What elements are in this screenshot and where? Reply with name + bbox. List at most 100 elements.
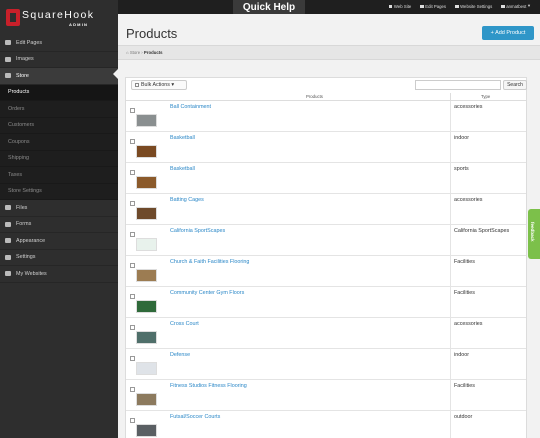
sidebar-item-images[interactable]: Images	[0, 52, 118, 68]
sidebar-item-my-websites[interactable]: My Websites	[0, 266, 118, 283]
product-name-link[interactable]: Ball Containment	[170, 104, 211, 110]
product-name-link[interactable]: Cross Court	[170, 321, 199, 327]
sidebar-subitem-shipping[interactable]: Shipping	[0, 150, 118, 167]
product-name-link[interactable]: Community Center Gym Floors	[170, 290, 244, 296]
sidebar-subitem-orders[interactable]: Orders	[0, 101, 118, 118]
top-link-edit-pages[interactable]: Edit Pages	[420, 3, 446, 9]
select-all-checkbox[interactable]	[135, 82, 139, 87]
product-thumbnail[interactable]	[136, 207, 157, 220]
product-name-link[interactable]: California SportScapes	[170, 228, 225, 234]
product-type: accessories	[450, 101, 482, 131]
row-checkbox[interactable]	[130, 387, 135, 392]
top-link-website[interactable]: Web Site	[388, 3, 411, 9]
breadcrumb-current: Products	[143, 50, 163, 55]
product-thumbnail[interactable]	[136, 300, 157, 313]
file-icon	[5, 205, 11, 211]
product-type: sports	[450, 163, 469, 193]
table-row: California SportScapes California SportSc…	[126, 225, 526, 256]
product-thumbnail[interactable]	[136, 145, 157, 158]
row-checkbox[interactable]	[130, 170, 135, 175]
edit-icon	[5, 40, 11, 46]
logo-subtitle: ADMIN	[69, 22, 89, 27]
sidebar-subitem-store-settings[interactable]: Store Settings	[0, 183, 118, 200]
product-name-link[interactable]: Church & Faith Facilities Flooring	[170, 259, 249, 265]
sidebar-item-files[interactable]: Files	[0, 200, 118, 217]
page-title: Products	[126, 26, 178, 41]
sidebar-subitem-products[interactable]: Products	[0, 84, 118, 101]
sidebar-subitem-customers[interactable]: Customers	[0, 117, 118, 134]
product-name-link[interactable]: Fitness Studios Fitness Flooring	[170, 383, 247, 389]
row-checkbox[interactable]	[130, 294, 135, 299]
table-row: Community Center Gym Floors Facilities	[126, 287, 526, 318]
feedback-label: feedback	[530, 222, 535, 242]
row-checkbox[interactable]	[130, 356, 135, 361]
product-type: Facilities	[450, 380, 475, 410]
product-thumbnail[interactable]	[136, 114, 157, 127]
sidebar-nav: Edit Pages Images Store Products Orders …	[0, 35, 118, 283]
row-checkbox[interactable]	[130, 139, 135, 144]
table-row: Batting Cages accessories	[126, 194, 526, 225]
gear-icon	[5, 254, 11, 260]
sidebar-subitem-coupons[interactable]: Coupons	[0, 134, 118, 151]
table-header: Products Type	[126, 93, 526, 101]
table-row: Fitness Studios Fitness Flooring Faciliti…	[126, 380, 526, 411]
row-checkbox[interactable]	[130, 325, 135, 330]
table-row: Cross Court accessories	[126, 318, 526, 349]
product-type: accessories	[450, 318, 482, 348]
row-checkbox[interactable]	[130, 418, 135, 423]
table-row: Futsal/Soccer Courts outdoor	[126, 411, 526, 438]
search-input[interactable]	[415, 80, 501, 90]
product-type: Facilities	[450, 256, 475, 286]
sidebar-subitem-taxes[interactable]: Taxes	[0, 167, 118, 184]
top-link-website-settings[interactable]: Website Settings	[455, 3, 492, 9]
product-thumbnail[interactable]	[136, 238, 157, 251]
product-type: accessories	[450, 194, 482, 224]
row-checkbox[interactable]	[130, 232, 135, 237]
product-name-link[interactable]: Basketball	[170, 135, 195, 141]
column-header-products[interactable]: Products	[306, 94, 323, 99]
breadcrumb: ⌂ Store › Products	[118, 45, 540, 60]
top-link-user[interactable]: anmatbest ▾	[501, 3, 530, 9]
products-table-body: Ball Containment accessories Basketball ind…	[126, 101, 526, 438]
table-row: Defense indoor	[126, 349, 526, 380]
logo[interactable]: SquareHook ADMIN	[6, 7, 114, 31]
sidebar-item-forms[interactable]: Forms	[0, 217, 118, 233]
row-checkbox[interactable]	[130, 108, 135, 113]
product-name-link[interactable]: Batting Cages	[170, 197, 204, 203]
breadcrumb-store[interactable]: Store	[130, 50, 140, 55]
product-thumbnail[interactable]	[136, 269, 157, 282]
gear-icon	[455, 4, 459, 8]
bulk-actions-button[interactable]: Bulk Actions ▾	[131, 80, 187, 90]
table-row: Basketball sports	[126, 163, 526, 194]
monitor-icon	[388, 4, 393, 8]
product-thumbnail[interactable]	[136, 331, 157, 344]
feedback-tab[interactable]: feedback	[528, 209, 540, 259]
sidebar-item-store[interactable]: Store	[0, 68, 118, 85]
product-name-link[interactable]: Defense	[170, 352, 190, 358]
search-button[interactable]: Search	[503, 80, 527, 90]
product-thumbnail[interactable]	[136, 393, 157, 406]
sidebar-item-edit-pages[interactable]: Edit Pages	[0, 35, 118, 52]
cart-icon	[5, 73, 11, 79]
product-thumbnail[interactable]	[136, 176, 157, 189]
add-product-button[interactable]: + Add Product	[482, 26, 534, 40]
column-divider	[450, 93, 451, 101]
edit-icon	[420, 4, 424, 8]
home-icon: ⌂	[126, 50, 129, 55]
sidebar-item-settings[interactable]: Settings	[0, 250, 118, 266]
column-header-type[interactable]: Type	[481, 94, 490, 99]
sidebar: SquareHook ADMIN Edit Pages Images Store…	[0, 0, 118, 438]
logo-mark-icon	[6, 9, 20, 26]
row-checkbox[interactable]	[130, 263, 135, 268]
product-thumbnail[interactable]	[136, 424, 157, 437]
product-type: indoor	[450, 132, 469, 162]
image-icon	[5, 56, 11, 62]
product-name-link[interactable]: Futsal/Soccer Courts	[170, 414, 220, 420]
product-name-link[interactable]: Basketball	[170, 166, 195, 172]
product-thumbnail[interactable]	[136, 362, 157, 375]
row-checkbox[interactable]	[130, 201, 135, 206]
sidebar-item-appearance[interactable]: Appearance	[0, 233, 118, 250]
monitor-icon	[5, 238, 11, 244]
product-type: California SportScapes	[450, 225, 509, 255]
website-icon	[5, 271, 11, 277]
